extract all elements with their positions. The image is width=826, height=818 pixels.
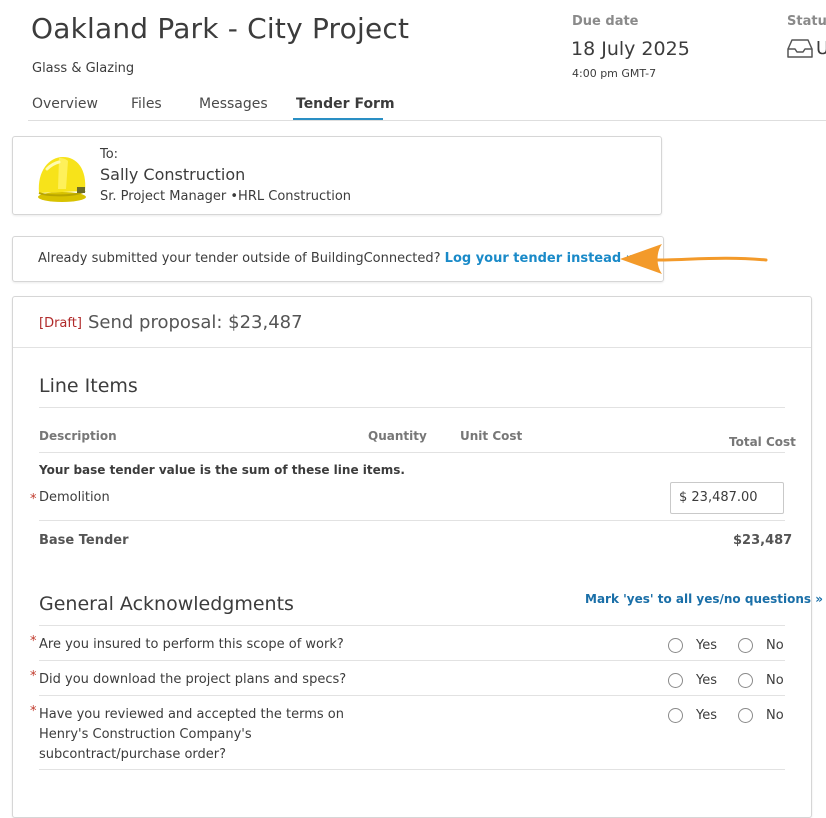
row-divider [39,520,785,521]
tab-overview[interactable]: Overview [32,96,98,112]
ack-divider [39,625,785,626]
yes-radio[interactable] [668,638,683,653]
line-item-label: Demolition [39,490,110,505]
tab-tender-form[interactable]: Tender Form [296,96,395,112]
to-label: To: [100,147,119,162]
header-divider [39,452,785,453]
no-label: No [766,673,784,688]
acknowledgments-title: General Acknowledgments [39,593,294,615]
notice-text: Already submitted your tender outside of… [38,251,441,266]
yes-label: Yes [696,638,717,653]
due-date-label: Due date [572,14,639,29]
due-time-value: 4:00 pm GMT-7 [572,67,657,80]
no-radio[interactable] [738,638,753,653]
question-divider [39,769,785,770]
line-item-total-input[interactable]: $ 23,487.00 [670,482,784,514]
tabs-divider [28,120,826,121]
draft-tag: [Draft] [39,316,82,331]
line-items-note: Your base tender value is the sum of the… [39,463,405,477]
line-items-divider [39,407,785,408]
col-quantity: Quantity [368,429,427,443]
question-text: Have you reviewed and accepted the terms… [39,707,344,762]
due-date-value: 18 July 2025 [571,38,690,60]
yes-label: Yes [696,673,717,688]
required-marker: * [30,669,37,684]
recipient-card: To: Sally Construction Sr. Project Manag… [12,136,662,215]
inbox-tray-icon [787,39,813,58]
external-tender-notice: Already submitted your tender outside of… [12,236,664,282]
mark-all-yes-link[interactable]: Mark 'yes' to all yes/no questions » [585,592,823,606]
status-value: U [816,38,826,59]
required-marker: * [30,704,37,719]
recipient-name: Sally Construction [100,165,246,184]
question-divider [39,695,785,696]
line-item-row: * [30,488,37,507]
no-label: No [766,638,784,653]
proposal-header: [Draft] Send proposal: $23,487 [13,297,811,348]
project-title: Oakland Park - City Project [31,12,410,45]
project-trade: Glass & Glazing [32,61,135,76]
arrow-left-icon [620,244,768,274]
question-text: Did you download the project plans and s… [39,672,347,687]
tab-files[interactable]: Files [131,96,162,112]
required-marker: * [30,634,37,649]
base-tender-label: Base Tender [39,533,129,548]
status-label: Status [787,14,826,29]
hard-hat-icon [38,157,86,202]
question-divider [39,660,785,661]
base-tender-value: $23,487 [733,533,793,548]
no-radio[interactable] [738,673,753,688]
tab-bar: Overview Files Messages Tender Form [32,96,826,121]
log-tender-link[interactable]: Log your tender instead » [445,251,634,266]
col-total-cost: Total Cost [729,435,796,449]
yes-label: Yes [696,708,717,723]
tab-messages[interactable]: Messages [199,96,268,112]
no-radio[interactable] [738,708,753,723]
question-text: Are you insured to perform this scope of… [39,637,344,652]
yes-radio[interactable] [668,708,683,723]
recipient-role: Sr. Project Manager •HRL Construction [100,189,352,204]
line-items-title: Line Items [39,375,138,397]
col-description: Description [39,429,117,443]
col-unit-cost: Unit Cost [460,429,523,443]
notice-text-wrap: Already submitted your tender outside of… [38,251,634,266]
no-label: No [766,708,784,723]
proposal-title: Send proposal: $23,487 [88,312,303,333]
required-marker: * [30,492,37,507]
yes-radio[interactable] [668,673,683,688]
